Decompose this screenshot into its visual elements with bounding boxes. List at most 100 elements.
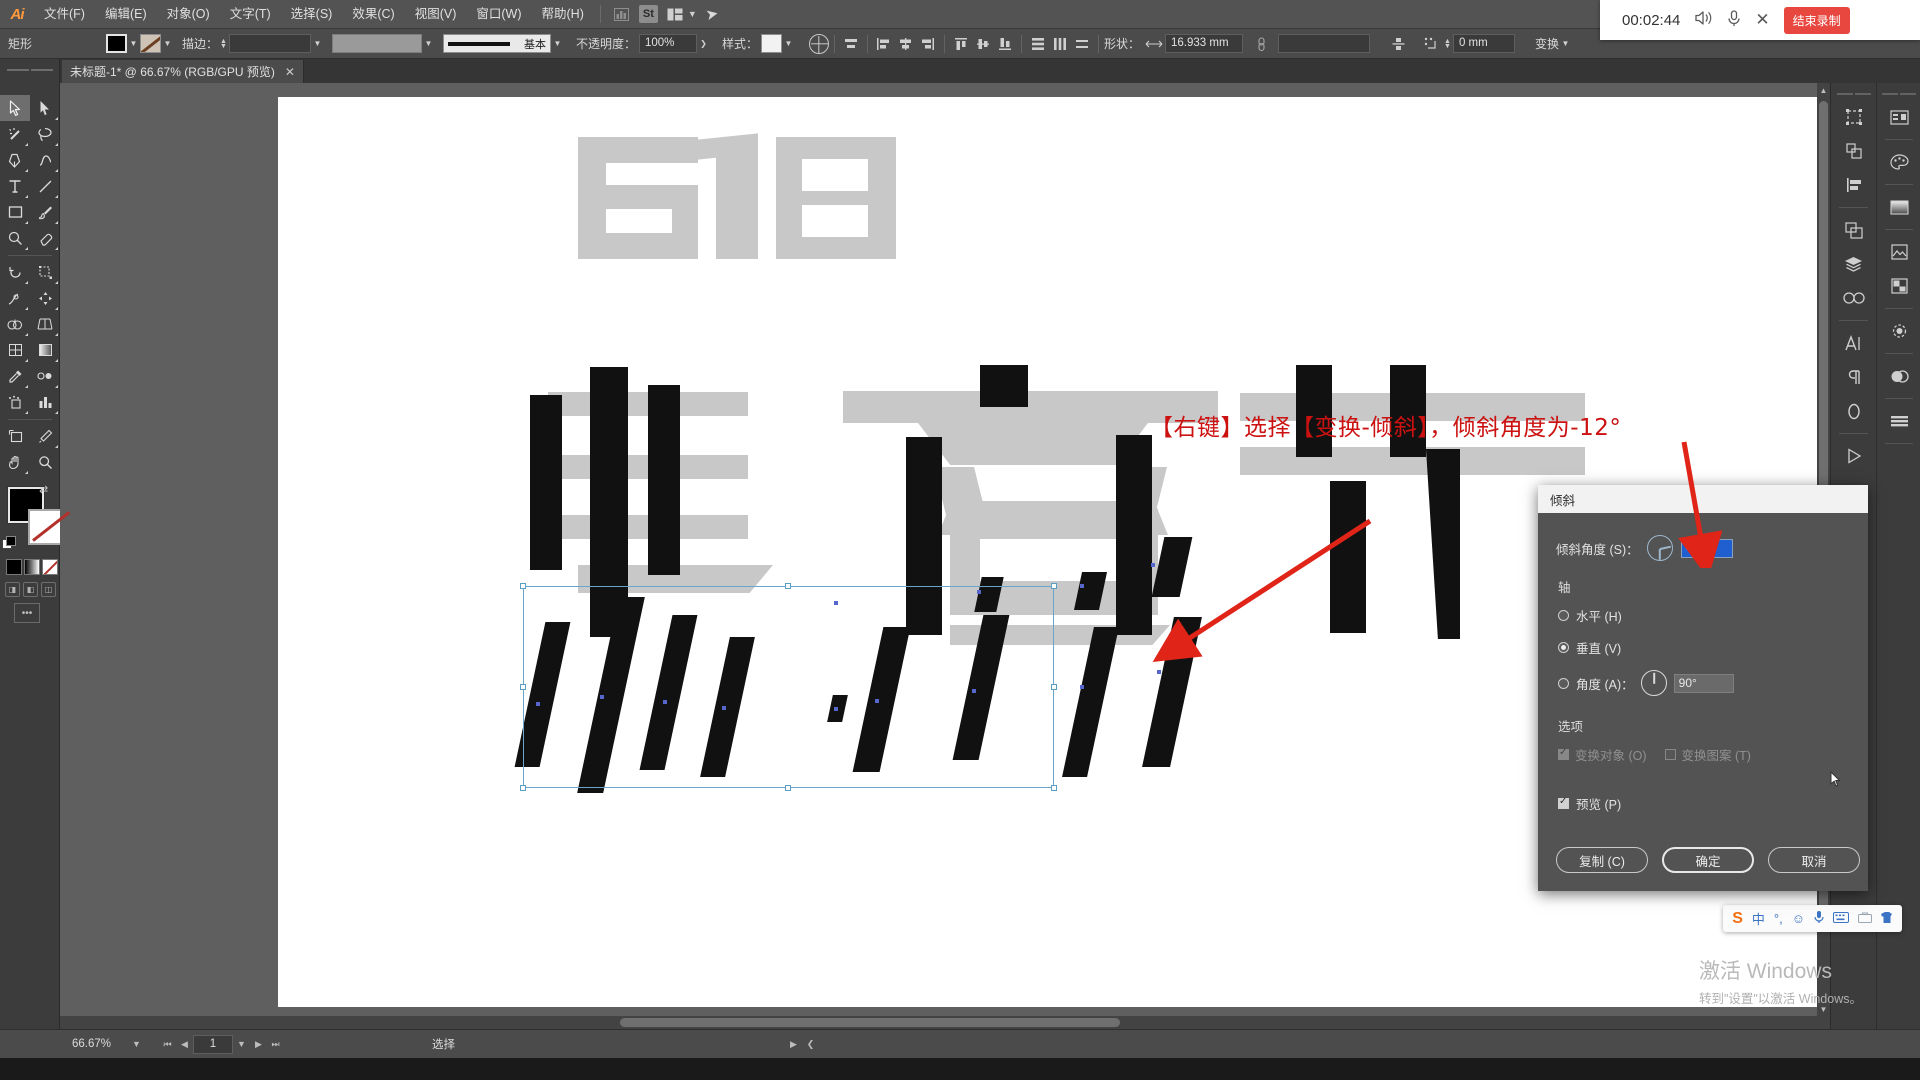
- none-mode-icon[interactable]: [42, 559, 58, 575]
- menu-object[interactable]: 对象(O): [157, 0, 220, 29]
- status-next-icon[interactable]: ▶: [785, 1033, 802, 1055]
- eraser-tool[interactable]: [30, 225, 60, 251]
- paintbrush-tool[interactable]: [30, 199, 60, 225]
- stock-icon[interactable]: St: [638, 5, 658, 23]
- axis-horizontal-row[interactable]: 水平 (H): [1556, 606, 1850, 625]
- graphic-styles-panel-icon[interactable]: [1877, 359, 1920, 393]
- axis-vertical-row[interactable]: 垂直 (V): [1556, 638, 1850, 657]
- gradient-mode-icon[interactable]: [24, 559, 40, 575]
- ime-toolbar[interactable]: S 中 °, ☺: [1723, 905, 1902, 932]
- column-graph-tool[interactable]: [30, 389, 60, 415]
- menu-file[interactable]: 文件(F): [34, 0, 95, 29]
- stroke-style-chevron-down-icon[interactable]: ▼: [422, 34, 435, 53]
- align-top-icon[interactable]: [951, 34, 971, 54]
- sogou-logo-icon[interactable]: S: [1732, 910, 1743, 928]
- transform-chevron-down-icon[interactable]: ▼: [1559, 34, 1572, 53]
- scale-tool[interactable]: [30, 259, 60, 285]
- page-chevron-down-icon[interactable]: ▼: [233, 1033, 250, 1055]
- artboard-tool[interactable]: [0, 423, 30, 449]
- shape-secondary-input[interactable]: [1278, 34, 1370, 53]
- corner-radius-input[interactable]: 0 mm: [1452, 34, 1515, 53]
- artboards-panel-icon[interactable]: [1831, 213, 1876, 247]
- swap-fill-stroke-icon[interactable]: ⇄: [39, 483, 53, 497]
- edit-toolbar-icon[interactable]: •••: [14, 603, 40, 623]
- opacity-input[interactable]: 100%: [638, 34, 697, 53]
- vertical-align-icon[interactable]: [1388, 34, 1408, 54]
- menu-edit[interactable]: 编辑(E): [95, 0, 157, 29]
- selection-handle[interactable]: [520, 785, 526, 791]
- opacity-chevron-icon[interactable]: ❯: [697, 34, 710, 53]
- axis-angle-radio[interactable]: [1558, 677, 1569, 689]
- fill-chevron-down-icon[interactable]: ▼: [127, 34, 140, 53]
- menu-effect[interactable]: 效果(C): [342, 0, 404, 29]
- color-mode-icon[interactable]: [6, 559, 22, 575]
- style-chevron-down-icon[interactable]: ▼: [782, 34, 795, 53]
- status-more-icon[interactable]: ❮: [802, 1033, 819, 1055]
- color-panel-icon[interactable]: [1877, 145, 1920, 179]
- distribute-icon[interactable]: [841, 34, 861, 54]
- transform-panel-icon[interactable]: [1831, 100, 1876, 134]
- pen-tool[interactable]: [0, 147, 30, 173]
- ime-toolbox-icon[interactable]: [1858, 911, 1872, 926]
- selection-tool[interactable]: [0, 95, 30, 121]
- distribute-horizontal-icon[interactable]: [1050, 34, 1070, 54]
- menu-window[interactable]: 窗口(W): [466, 0, 531, 29]
- links-panel-icon[interactable]: [1831, 281, 1876, 315]
- scroll-down-arrow-icon[interactable]: ▼: [1818, 1004, 1829, 1015]
- stroke-color-swatch[interactable]: [140, 34, 161, 53]
- menu-view[interactable]: 视图(V): [405, 0, 467, 29]
- shaper-tool[interactable]: [0, 225, 30, 251]
- stroke-weight-chevron-down-icon[interactable]: ▼: [311, 34, 324, 53]
- selection-handle[interactable]: [520, 684, 526, 690]
- arrange-documents-icon[interactable]: [662, 3, 688, 25]
- align-panel-icon[interactable]: [1831, 134, 1876, 168]
- actions-panel-icon[interactable]: [1831, 439, 1876, 473]
- first-page-icon[interactable]: ⏮: [159, 1033, 176, 1055]
- image-trace-panel-icon[interactable]: [1877, 235, 1920, 269]
- zoom-level-value[interactable]: 66.67%: [72, 1038, 128, 1050]
- graphic-style-swatch[interactable]: [760, 34, 782, 53]
- stroke-style-dropdown[interactable]: [331, 34, 422, 53]
- eyedropper-tool[interactable]: [0, 363, 30, 389]
- microphone-icon[interactable]: [1727, 9, 1741, 31]
- shear-angle-dial[interactable]: [1646, 535, 1673, 561]
- blend-tool[interactable]: [30, 363, 60, 389]
- perspective-grid-tool[interactable]: [30, 311, 60, 337]
- ime-mode-label[interactable]: 中: [1752, 909, 1765, 928]
- cancel-button[interactable]: 取消: [1768, 847, 1860, 873]
- axis-angle-input[interactable]: 90°: [1673, 673, 1734, 693]
- menu-help[interactable]: 帮助(H): [532, 0, 594, 29]
- bridge-icon[interactable]: [609, 3, 635, 25]
- distribute-vertical-icon[interactable]: [1028, 34, 1048, 54]
- zoom-chevron-down-icon[interactable]: ▼: [128, 1033, 145, 1055]
- prev-page-icon[interactable]: ◀: [176, 1033, 193, 1055]
- width-tool[interactable]: [0, 285, 30, 311]
- variable-width-profile[interactable]: 基本: [442, 34, 551, 53]
- shape-width-input[interactable]: 16.933 mm: [1165, 34, 1243, 53]
- toolbar-grip[interactable]: [0, 63, 60, 77]
- dock-grip[interactable]: [1831, 87, 1876, 100]
- preview-row[interactable]: 预览 (P): [1556, 794, 1850, 813]
- gradient-panel-icon[interactable]: [1877, 190, 1920, 224]
- zoom-tool[interactable]: [30, 449, 60, 475]
- selection-handle[interactable]: [785, 785, 791, 791]
- horizontal-scrollbar[interactable]: [60, 1016, 1817, 1029]
- properties-panel-icon[interactable]: [1877, 100, 1920, 134]
- symbol-sprayer-tool[interactable]: [0, 389, 30, 415]
- shear-angle-input[interactable]: -12°: [1680, 538, 1733, 558]
- default-fill-stroke-icon[interactable]: [2, 536, 16, 549]
- menu-type[interactable]: 文字(T): [220, 0, 281, 29]
- copy-button[interactable]: 复制 (C): [1556, 847, 1648, 873]
- scroll-up-arrow-icon[interactable]: ▲: [1818, 85, 1829, 96]
- speaker-icon[interactable]: [1694, 10, 1713, 30]
- ime-emoji-icon[interactable]: ☺: [1792, 911, 1805, 926]
- transform-menu-label[interactable]: 变换: [1535, 35, 1559, 52]
- distribute-spacing-icon[interactable]: [1072, 34, 1092, 54]
- selection-handle[interactable]: [1051, 583, 1057, 589]
- axis-angle-dial[interactable]: [1640, 670, 1667, 696]
- document-tab[interactable]: 未标题-1* @ 66.67% (RGB/GPU 预览) ✕: [62, 60, 304, 83]
- stroke-chevron-down-icon[interactable]: ▼: [161, 34, 174, 53]
- close-icon[interactable]: ✕: [285, 65, 295, 79]
- corner-type-icon[interactable]: [1421, 34, 1441, 54]
- swatches-panel-icon[interactable]: [1877, 404, 1920, 438]
